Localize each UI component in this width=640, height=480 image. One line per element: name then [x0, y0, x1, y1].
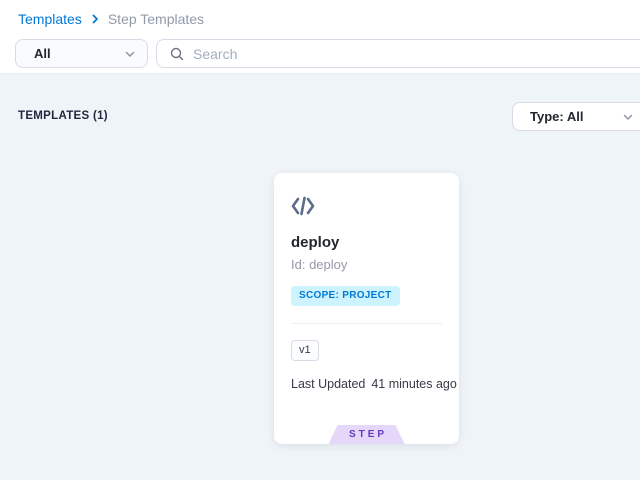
scope-badge: SCOPE: PROJECT — [291, 286, 400, 306]
breadcrumb-link-templates[interactable]: Templates — [18, 11, 82, 27]
search-box[interactable] — [156, 39, 640, 68]
breadcrumb: Templates Step Templates — [18, 11, 204, 27]
template-id: Id: deploy — [291, 257, 347, 272]
type-filter-dropdown[interactable]: Type: All — [512, 102, 640, 131]
last-updated-label: Last Updated — [291, 377, 365, 391]
templates-count-label: TEMPLATES (1) — [18, 110, 108, 122]
last-updated: Last Updated 41 minutes ago — [291, 377, 457, 391]
chevron-down-icon — [123, 47, 137, 61]
template-card-deploy[interactable]: deploy Id: deploy SCOPE: PROJECT v1 Last… — [274, 173, 459, 444]
breadcrumb-current: Step Templates — [108, 11, 204, 27]
template-type-tag-label: STEP — [349, 429, 387, 440]
search-icon — [169, 46, 185, 62]
chevron-right-icon — [89, 13, 101, 25]
code-icon — [290, 195, 316, 217]
scope-filter-dropdown[interactable]: All — [15, 39, 148, 68]
template-title: deploy — [291, 234, 339, 251]
chevron-down-icon — [621, 110, 635, 124]
card-divider — [292, 323, 442, 324]
step-templates-page: Templates Step Templates All — [0, 0, 640, 480]
search-input[interactable] — [193, 46, 637, 62]
last-updated-value: 41 minutes ago — [371, 377, 456, 391]
version-chip[interactable]: v1 — [291, 340, 319, 361]
scope-filter-value: All — [34, 46, 123, 61]
page-header: Templates Step Templates All — [0, 0, 640, 74]
template-type-tag: STEP — [329, 425, 405, 444]
type-filter-value: Type: All — [530, 109, 621, 124]
